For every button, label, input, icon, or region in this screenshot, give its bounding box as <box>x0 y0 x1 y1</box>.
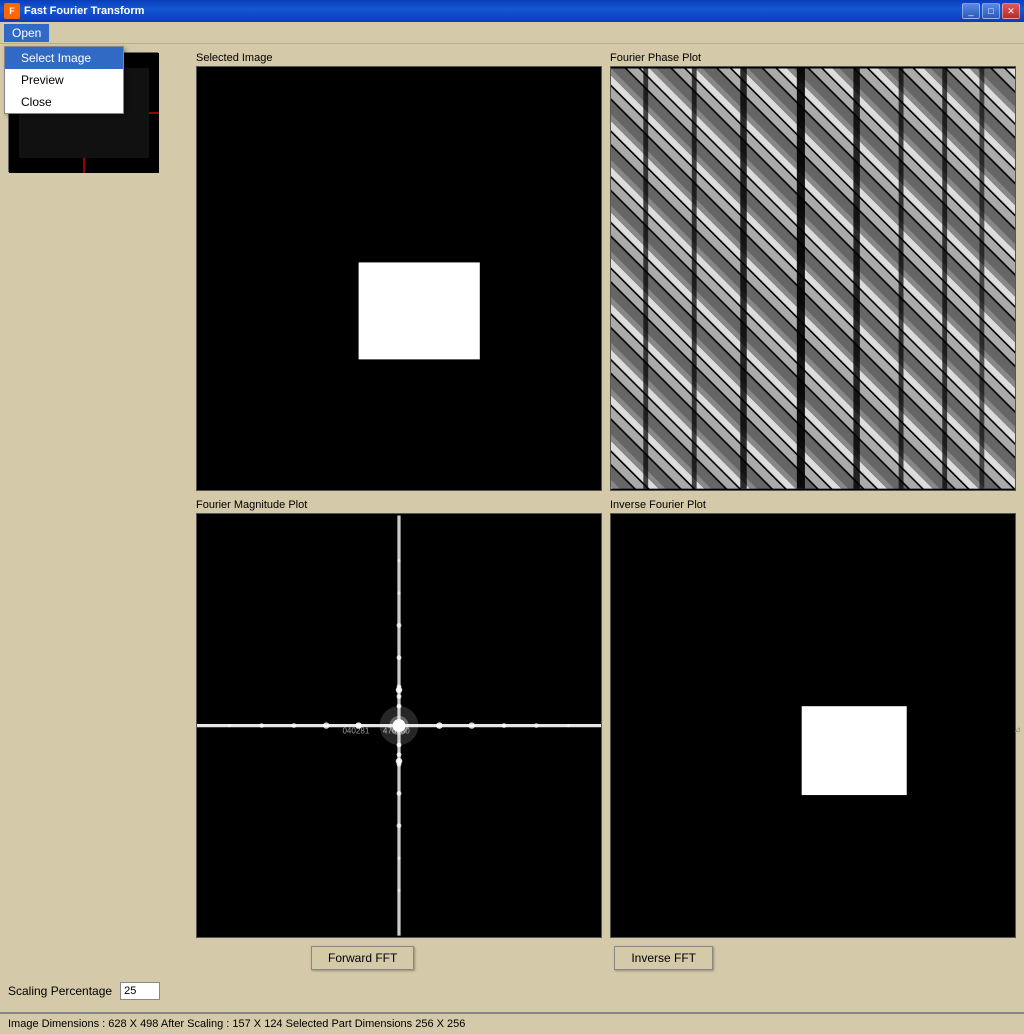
minimize-button[interactable]: _ <box>962 3 980 19</box>
selected-image-canvas <box>196 66 602 491</box>
fourier-magnitude-panel: Fourier Magnitude Plot <box>196 499 602 938</box>
magnitude-svg: 040281 476080 <box>197 514 601 937</box>
inverse-fourier-canvas <box>610 513 1016 938</box>
resize-grip: ⊿ <box>1014 725 1024 735</box>
maximize-button[interactable]: □ <box>982 3 1000 19</box>
close-window-button[interactable]: ✕ <box>1002 3 1020 19</box>
fourier-magnitude-title: Fourier Magnitude Plot <box>196 499 602 511</box>
fourier-phase-title: Fourier Phase Plot <box>610 52 1016 64</box>
selected-image-svg <box>197 67 601 490</box>
fourier-phase-canvas <box>610 66 1016 491</box>
left-panel <box>8 52 188 938</box>
app-icon: F <box>4 3 20 19</box>
inverse-fourier-panel: Inverse Fourier Plot <box>610 499 1016 938</box>
select-image-menu-item[interactable]: Select Image <box>5 47 123 69</box>
inverse-fourier-title: Inverse Fourier Plot <box>610 499 1016 511</box>
phase-svg <box>611 67 1015 490</box>
status-text: Image Dimensions : 628 X 498 After Scali… <box>8 1018 465 1030</box>
content-area: Selected Image Fourier Phase Plot <box>8 52 1016 938</box>
buttons-row: Forward FFT Inverse FFT <box>8 938 1016 978</box>
svg-text:476080: 476080 <box>383 727 410 736</box>
open-dropdown: Select Image Preview Close <box>4 46 124 114</box>
scaling-label: Scaling Percentage <box>8 984 112 998</box>
svg-text:040281: 040281 <box>342 727 369 736</box>
selected-image-panel: Selected Image <box>196 52 602 491</box>
status-bar: Image Dimensions : 628 X 498 After Scali… <box>0 1012 1024 1034</box>
window-controls: _ □ ✕ <box>962 3 1020 19</box>
title-bar: F Fast Fourier Transform _ □ ✕ <box>0 0 1024 22</box>
fourier-phase-panel: Fourier Phase Plot <box>610 52 1016 491</box>
scaling-input[interactable] <box>120 982 160 1000</box>
scaling-row: Scaling Percentage <box>8 978 1016 1004</box>
main-content: Selected Image Fourier Phase Plot <box>0 44 1024 1012</box>
close-menu-item[interactable]: Close <box>5 91 123 113</box>
open-menu-item[interactable]: Open Select Image Preview Close <box>4 24 49 42</box>
fourier-magnitude-canvas: 040281 476080 <box>196 513 602 938</box>
selected-image-title: Selected Image <box>196 52 602 64</box>
title-text: Fast Fourier Transform <box>24 5 144 17</box>
inverse-svg <box>611 514 1015 937</box>
menu-bar: Open Select Image Preview Close <box>0 22 1024 44</box>
preview-menu-item[interactable]: Preview <box>5 69 123 91</box>
panels-grid: Selected Image Fourier Phase Plot <box>196 52 1016 938</box>
forward-fft-button[interactable]: Forward FFT <box>311 946 414 970</box>
inverse-fft-button[interactable]: Inverse FFT <box>614 946 713 970</box>
